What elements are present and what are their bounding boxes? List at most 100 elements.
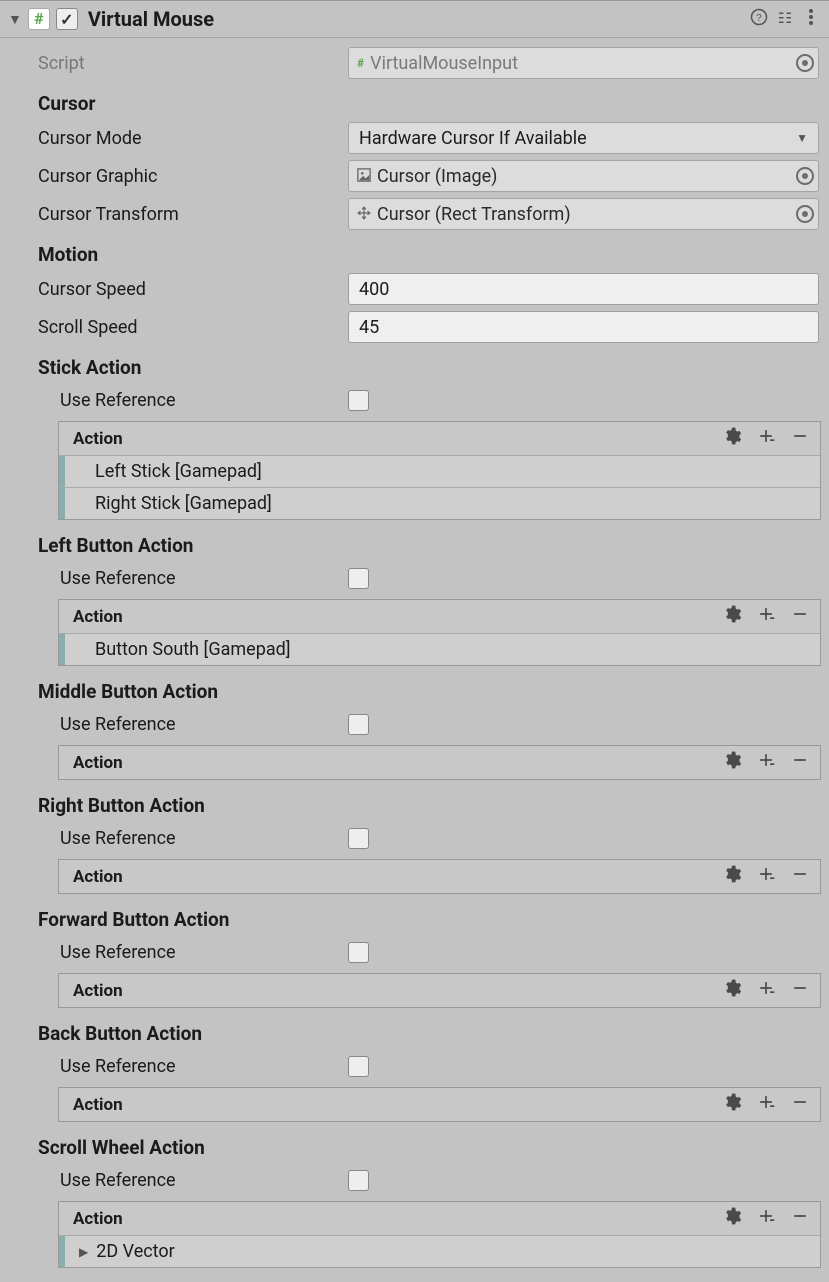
remove-icon[interactable] xyxy=(786,1092,814,1117)
scrollWheel-use-reference-checkbox[interactable] xyxy=(348,1170,369,1191)
cursor-transform-label: Cursor Transform xyxy=(38,204,348,225)
gear-icon[interactable] xyxy=(718,1206,746,1231)
backButton-action-title: Back Button Action xyxy=(0,1012,829,1049)
forwardButton-action-block: Action xyxy=(58,973,821,1008)
cursor-mode-value: Hardware Cursor If Available xyxy=(359,128,796,149)
scrollWheel-binding-row-0[interactable]: ▶2D Vector xyxy=(59,1235,820,1267)
cursor-graphic-value: Cursor (Image) xyxy=(377,166,790,187)
cursor-speed-value: 400 xyxy=(359,279,389,300)
script-value: VirtualMouseInput xyxy=(370,53,790,74)
foldout-toggle[interactable]: ▼ xyxy=(8,11,22,28)
stick-binding-row-0[interactable]: Left Stick [Gamepad] xyxy=(59,455,820,487)
cursor-graphic-field[interactable]: Cursor (Image) xyxy=(348,160,819,192)
remove-icon[interactable] xyxy=(786,426,814,451)
forwardButton-action-title: Forward Button Action xyxy=(0,898,829,935)
gear-icon[interactable] xyxy=(718,1092,746,1117)
add-icon[interactable] xyxy=(752,1092,780,1117)
script-label: Script xyxy=(38,53,348,74)
scrollWheel-use-reference-row: Use Reference xyxy=(0,1163,829,1197)
middleButton-use-reference-checkbox[interactable] xyxy=(348,714,369,735)
leftButton-binding-row-0[interactable]: Button South [Gamepad] xyxy=(59,633,820,665)
forwardButton-action-label: Action xyxy=(73,981,712,1001)
leftButton-action-block: Action Button South [Gamepad] xyxy=(58,599,821,666)
rightButton-action-label: Action xyxy=(73,867,712,887)
stick-action-label: Action xyxy=(73,429,712,449)
scrollWheel-binding-text-0: 2D Vector xyxy=(88,1241,175,1262)
middleButton-action-header: Action xyxy=(59,746,820,779)
script-type-icon: # xyxy=(357,56,364,70)
remove-icon[interactable] xyxy=(786,750,814,775)
script-row: Script # VirtualMouseInput xyxy=(0,44,829,82)
cursor-transform-field[interactable]: Cursor (Rect Transform) xyxy=(348,198,819,230)
cursor-speed-row: Cursor Speed 400 xyxy=(0,270,829,308)
leftButton-use-reference-checkbox[interactable] xyxy=(348,568,369,589)
svg-text:?: ? xyxy=(756,12,762,23)
gear-icon[interactable] xyxy=(718,426,746,451)
gear-icon[interactable] xyxy=(718,750,746,775)
component-enable-checkbox[interactable]: ✓ xyxy=(56,8,78,30)
cursor-speed-input[interactable]: 400 xyxy=(348,273,819,305)
cursor-mode-dropdown[interactable]: Hardware Cursor If Available ▼ xyxy=(348,122,819,154)
scroll-speed-value: 45 xyxy=(359,317,379,338)
backButton-use-reference-checkbox[interactable] xyxy=(348,1056,369,1077)
stick-action-header: Action xyxy=(59,422,820,455)
scroll-speed-input[interactable]: 45 xyxy=(348,311,819,343)
forwardButton-use-reference-row: Use Reference xyxy=(0,935,829,969)
gear-icon[interactable] xyxy=(718,978,746,1003)
add-icon[interactable] xyxy=(752,604,780,629)
leftButton-use-reference-label: Use Reference xyxy=(60,568,348,589)
help-icon[interactable]: ? xyxy=(749,8,769,31)
stick-use-reference-checkbox[interactable] xyxy=(348,390,369,411)
leftButton-binding-text-0: Button South [Gamepad] xyxy=(65,639,291,660)
rightButton-action-block: Action xyxy=(58,859,821,894)
stick-binding-text-1: Right Stick [Gamepad] xyxy=(65,493,272,514)
stick-action-title: Stick Action xyxy=(0,346,829,383)
forwardButton-use-reference-checkbox[interactable] xyxy=(348,942,369,963)
add-icon[interactable] xyxy=(752,426,780,451)
cursor-transform-value: Cursor (Rect Transform) xyxy=(377,204,790,225)
script-picker-button[interactable] xyxy=(796,54,814,72)
scroll-speed-row: Scroll Speed 45 xyxy=(0,308,829,346)
gear-icon[interactable] xyxy=(718,604,746,629)
stick-use-reference-row: Use Reference xyxy=(0,383,829,417)
gear-icon[interactable] xyxy=(718,864,746,889)
script-field: # VirtualMouseInput xyxy=(348,47,819,79)
leftButton-action-header: Action xyxy=(59,600,820,633)
menu-icon[interactable] xyxy=(801,8,821,31)
scrollWheel-use-reference-label: Use Reference xyxy=(60,1170,348,1191)
cursor-mode-label: Cursor Mode xyxy=(38,128,348,149)
middleButton-action-label: Action xyxy=(73,753,712,773)
add-icon[interactable] xyxy=(752,978,780,1003)
forwardButton-use-reference-label: Use Reference xyxy=(60,942,348,963)
rightButton-action-title: Right Button Action xyxy=(0,784,829,821)
scroll-speed-label: Scroll Speed xyxy=(38,317,348,338)
component-title: Virtual Mouse xyxy=(88,7,743,31)
scrollWheel-action-label: Action xyxy=(73,1209,712,1229)
rightButton-use-reference-checkbox[interactable] xyxy=(348,828,369,849)
cursor-speed-label: Cursor Speed xyxy=(38,279,348,300)
leftButton-binding-list: Button South [Gamepad] xyxy=(59,633,820,665)
middleButton-action-title: Middle Button Action xyxy=(0,670,829,707)
remove-icon[interactable] xyxy=(786,604,814,629)
remove-icon[interactable] xyxy=(786,978,814,1003)
script-icon: # xyxy=(28,8,50,30)
cursor-transform-picker-button[interactable] xyxy=(796,205,814,223)
stick-binding-row-1[interactable]: Right Stick [Gamepad] xyxy=(59,487,820,519)
scrollWheel-binding-list: ▶2D Vector xyxy=(59,1235,820,1267)
remove-icon[interactable] xyxy=(786,864,814,889)
add-icon[interactable] xyxy=(752,750,780,775)
leftButton-use-reference-row: Use Reference xyxy=(0,561,829,595)
backButton-action-header: Action xyxy=(59,1088,820,1121)
scrollWheel-action-header: Action xyxy=(59,1202,820,1235)
add-icon[interactable] xyxy=(752,864,780,889)
middleButton-use-reference-label: Use Reference xyxy=(60,714,348,735)
remove-icon[interactable] xyxy=(786,1206,814,1231)
presets-icon[interactable] xyxy=(775,8,795,31)
add-icon[interactable] xyxy=(752,1206,780,1231)
stick-use-reference-label: Use Reference xyxy=(60,390,348,411)
rightButton-use-reference-row: Use Reference xyxy=(0,821,829,855)
cursor-graphic-picker-button[interactable] xyxy=(796,167,814,185)
expand-arrow-icon: ▶ xyxy=(65,1245,88,1259)
stick-binding-text-0: Left Stick [Gamepad] xyxy=(65,461,262,482)
scrollWheel-action-block: Action ▶2D Vector xyxy=(58,1201,821,1268)
